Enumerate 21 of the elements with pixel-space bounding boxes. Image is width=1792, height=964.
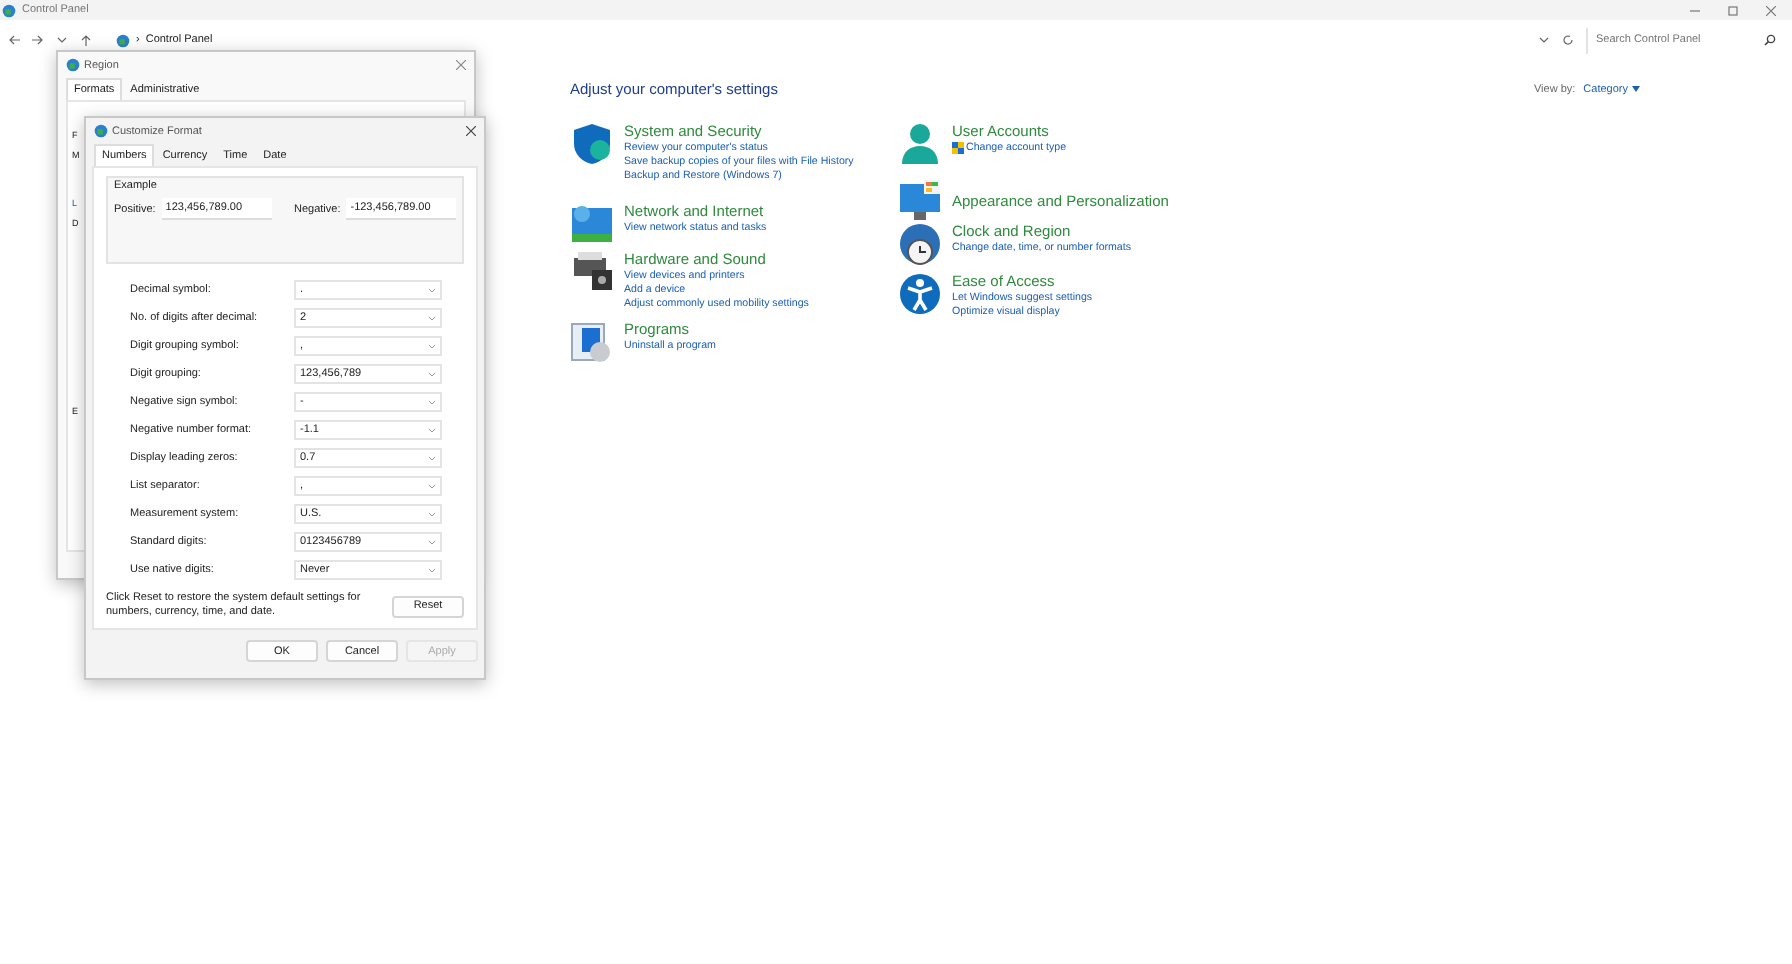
- user-icon: [898, 122, 942, 166]
- refresh-icon: [1562, 34, 1574, 46]
- forward-arrow-icon[interactable]: [32, 34, 44, 46]
- monitor-icon: [570, 202, 614, 246]
- maximize-icon[interactable]: [1728, 5, 1738, 15]
- chevron-down-icon[interactable]: [56, 34, 68, 46]
- search-icon: [1764, 34, 1776, 46]
- printer-icon: [570, 250, 614, 294]
- caret-icon: [1632, 86, 1640, 92]
- clock-icon: [898, 222, 942, 266]
- globe-icon: [66, 58, 80, 72]
- dropdown-icon: [1538, 34, 1550, 46]
- accessibility-icon: [898, 272, 942, 316]
- close-icon[interactable]: [466, 126, 476, 136]
- globe-icon: [94, 124, 108, 138]
- monitor-icon: [898, 178, 942, 222]
- back-arrow-icon[interactable]: [8, 34, 20, 46]
- close-icon[interactable]: [1766, 5, 1776, 15]
- app-icon: [2, 3, 16, 17]
- up-arrow-icon[interactable]: [80, 34, 92, 46]
- program-icon: [570, 320, 614, 364]
